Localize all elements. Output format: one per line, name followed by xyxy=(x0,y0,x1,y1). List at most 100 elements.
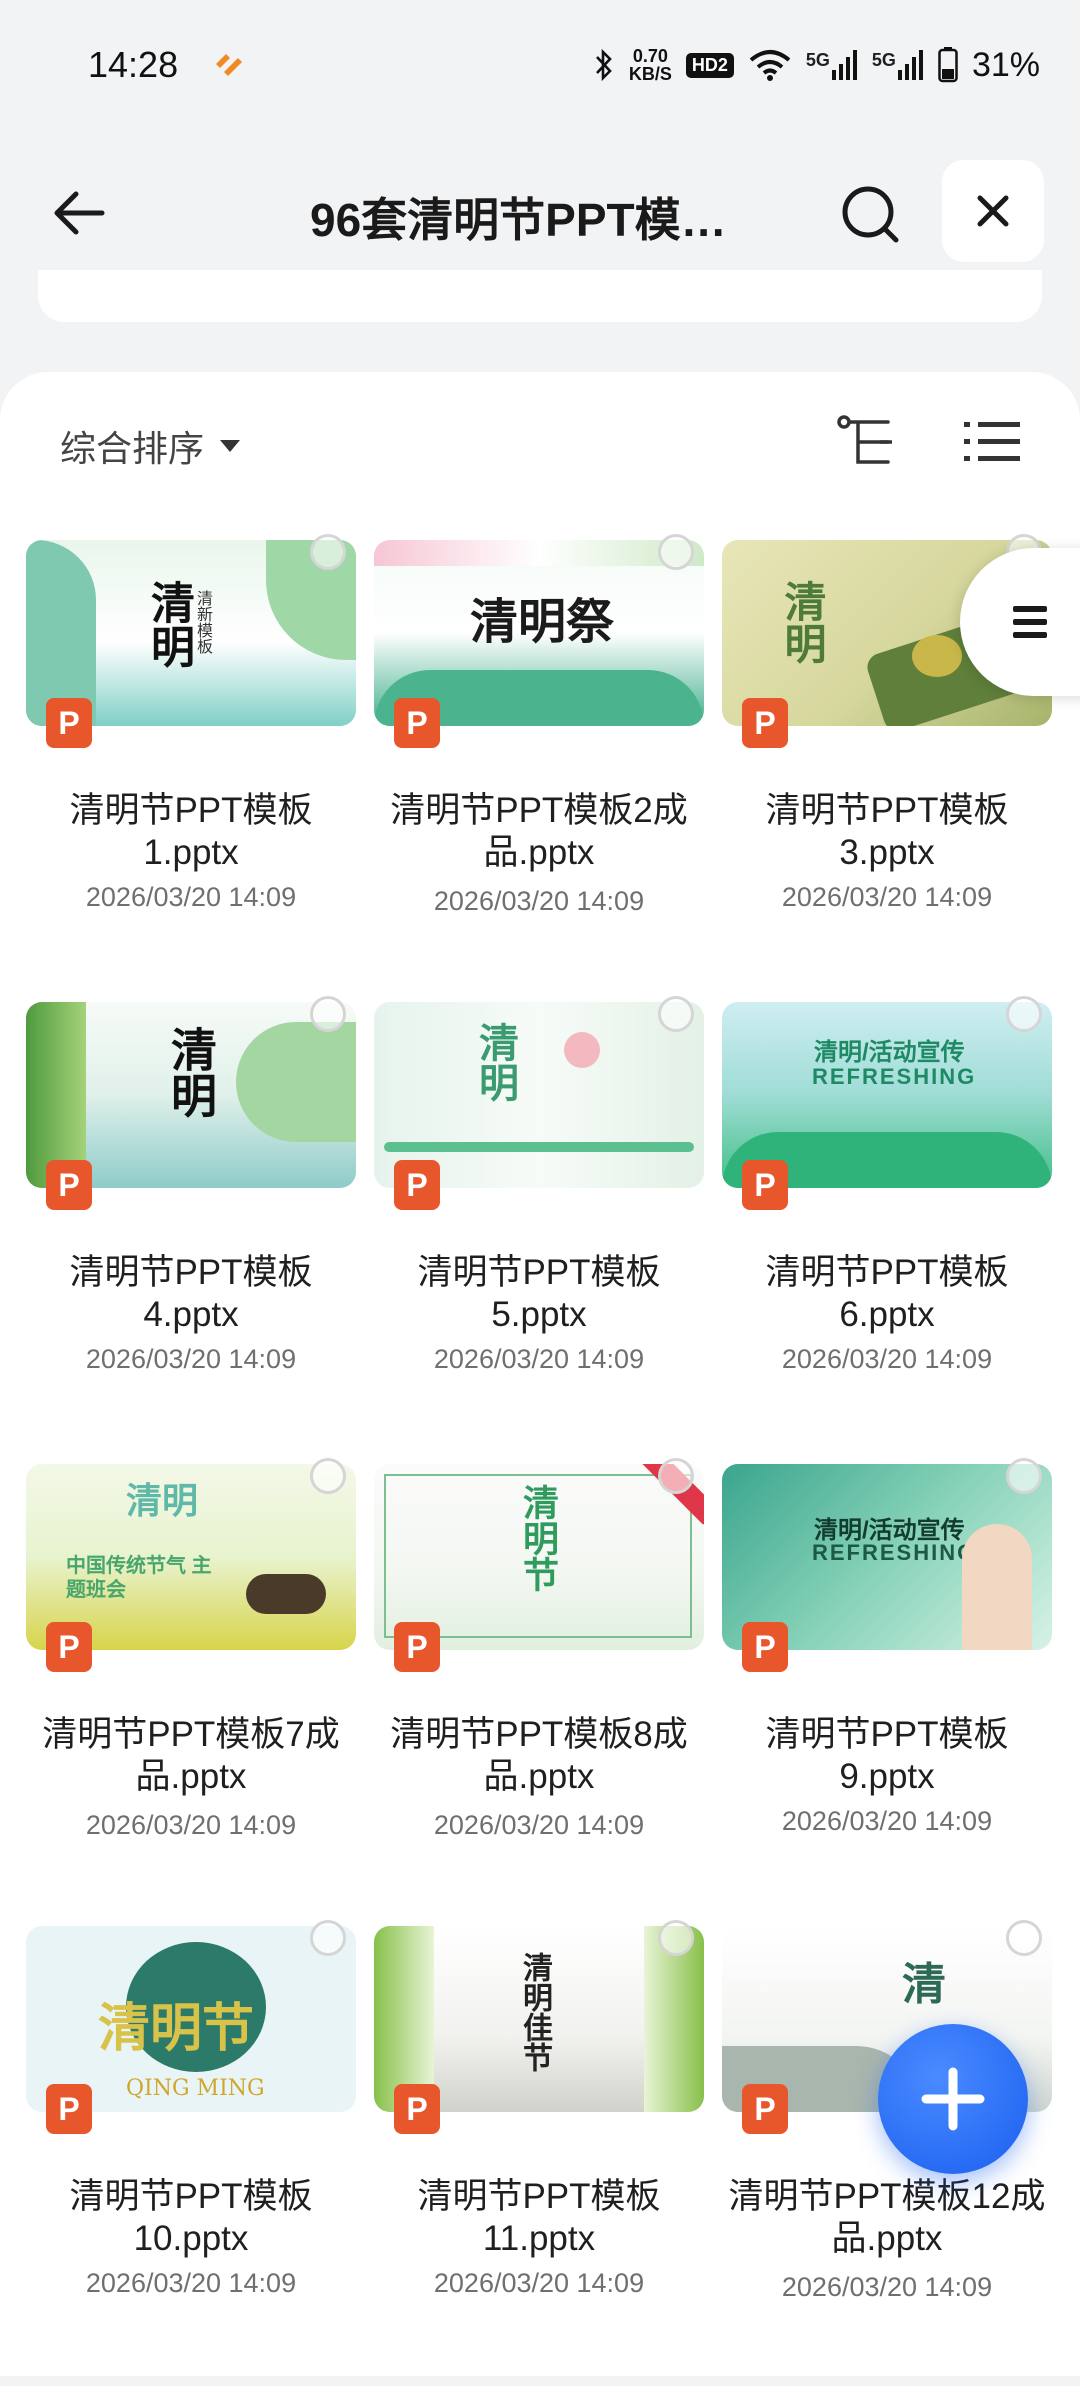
tree-view-icon[interactable] xyxy=(836,412,900,472)
signal-2-label: 5G xyxy=(871,50,896,70)
select-checkbox[interactable] xyxy=(658,534,694,570)
file-name: 清明节PPT模板8成品.pptx xyxy=(390,1715,688,1796)
thumbnail-decor xyxy=(246,1574,326,1614)
thumbnail-title: 清明节 xyxy=(517,1484,559,1592)
battery-icon xyxy=(938,47,958,83)
signal-1: 5G xyxy=(806,50,858,80)
signal-1-label: 5G xyxy=(805,50,830,70)
file-card[interactable]: 清明/活动宣传 REFRESHING P 清明节PPT模板9.pptx 2026… xyxy=(722,1458,1052,1924)
thumbnail-title: 清明/活动宣传 xyxy=(814,1039,965,1066)
select-checkbox[interactable] xyxy=(310,1458,346,1494)
add-button[interactable] xyxy=(878,2024,1028,2174)
file-date: 2026/03/20 14:09 xyxy=(85,2268,297,2298)
ppt-file-icon: P xyxy=(46,2084,92,2134)
file-card[interactable]: 清明 P 清明节PPT模板4.pptx 2026/03/20 14:09 xyxy=(26,996,356,1462)
menu-icon xyxy=(1013,606,1047,638)
thumbnail-subtitle: 中国传统节气 主题班会 xyxy=(66,1555,212,1601)
close-icon xyxy=(977,195,1009,227)
select-checkbox[interactable] xyxy=(658,1458,694,1494)
select-checkbox[interactable] xyxy=(1006,996,1042,1032)
file-name: 清明节PPT模板11.pptx xyxy=(417,2177,661,2258)
thumbnail-decor xyxy=(384,1142,694,1152)
back-arrow-icon[interactable] xyxy=(44,178,114,248)
thumbnail-subtitle: QING MING xyxy=(126,2076,265,2101)
sort-label: 综合排序 xyxy=(60,428,205,469)
ppt-file-icon: P xyxy=(742,698,788,748)
signal-2: 5G xyxy=(872,50,924,80)
thumbnail-title: 清明节 xyxy=(98,1998,255,2059)
ppt-file-icon: P xyxy=(742,2084,788,2134)
select-checkbox[interactable] xyxy=(1006,1920,1042,1956)
side-drawer-handle[interactable] xyxy=(960,548,1080,696)
select-checkbox[interactable] xyxy=(1006,1458,1042,1494)
file-date: 2026/03/20 14:09 xyxy=(85,1810,297,1840)
thumbnail-title: 清明 xyxy=(472,1022,519,1102)
select-checkbox[interactable] xyxy=(310,534,346,570)
page-title: 96套清明节PPT模板合集 xyxy=(310,194,750,246)
file-date: 2026/03/20 14:09 xyxy=(433,2268,645,2298)
app-notification-icon xyxy=(216,54,242,76)
close-button[interactable] xyxy=(942,160,1044,262)
ppt-file-icon: P xyxy=(46,1160,92,1210)
chevron-down-icon xyxy=(220,440,241,452)
file-card[interactable]: 清明 P 清明节PPT模板5.pptx 2026/03/20 14:09 xyxy=(374,996,704,1462)
status-right-cluster: 0.70 KB/S HD2 5G 5G 31% xyxy=(593,40,1040,90)
ppt-file-icon: P xyxy=(394,698,440,748)
net-speed-value: 0.70 xyxy=(632,46,668,66)
file-date: 2026/03/20 14:09 xyxy=(781,2272,993,2302)
ppt-file-icon: P xyxy=(742,1622,788,1672)
file-date: 2026/03/20 14:09 xyxy=(433,1810,645,1840)
file-name: 清明节PPT模板3.pptx xyxy=(765,791,1009,872)
file-card[interactable]: 清明节 P 清明节PPT模板8成品.pptx 2026/03/20 14:09 xyxy=(374,1458,704,1924)
net-speed: 0.70 KB/S xyxy=(629,47,672,83)
select-checkbox[interactable] xyxy=(658,1920,694,1956)
list-view-icon[interactable] xyxy=(962,412,1022,472)
file-card[interactable]: 清明 清新模板 P 清明节PPT模板1.pptx 2026/03/20 14:0… xyxy=(26,534,356,1000)
thumbnail-subtitle: REFRESHING xyxy=(812,1064,977,1089)
thumbnail-subtitle: 清新模板 xyxy=(194,590,213,654)
file-date: 2026/03/20 14:09 xyxy=(781,1806,993,1836)
status-bar: 14:28 0.70 KB/S HD2 5G 5G 31% xyxy=(0,0,1080,130)
net-speed-unit: KB/S xyxy=(628,64,672,84)
file-card[interactable]: 清明节 QING MING P 清明节PPT模板10.pptx 2026/03/… xyxy=(26,1920,356,2386)
file-date: 2026/03/20 14:09 xyxy=(781,1344,993,1374)
thumbnail-subtitle: REFRESHING xyxy=(812,1540,977,1565)
bluetooth-icon xyxy=(595,48,612,82)
thumbnail-decor xyxy=(564,1032,600,1068)
ppt-file-icon: P xyxy=(46,1622,92,1672)
hd-badge: HD2 xyxy=(685,52,734,78)
file-name: 清明节PPT模板9.pptx xyxy=(765,1715,1009,1796)
file-card[interactable]: 清明佳节 P 清明节PPT模板11.pptx 2026/03/20 14:09 xyxy=(374,1920,704,2386)
file-card[interactable]: 清明 中国传统节气 主题班会 P 清明节PPT模板7成品.pptx 2026/0… xyxy=(26,1458,356,1924)
file-name: 清明节PPT模板6.pptx xyxy=(765,1253,1009,1334)
thumbnail-title: 清明祭 xyxy=(470,594,615,650)
thumbnail-title: 清明 xyxy=(164,1026,218,1118)
file-name: 清明节PPT模板5.pptx xyxy=(417,1253,661,1334)
thumbnail-title: 清明 xyxy=(126,1480,199,1522)
thumbnail-decor xyxy=(962,1524,1032,1650)
file-name: 清明节PPT模板12成品.pptx xyxy=(728,2177,1046,2258)
ppt-file-icon: P xyxy=(394,2084,440,2134)
select-checkbox[interactable] xyxy=(310,1920,346,1956)
select-checkbox[interactable] xyxy=(310,996,346,1032)
thumbnail-decor xyxy=(236,1022,356,1142)
top-bar: 96套清明节PPT模板合集 xyxy=(0,150,1080,270)
thumbnail-title: 清明 xyxy=(778,580,827,664)
signal-bars-icon xyxy=(897,50,923,80)
ppt-file-icon: P xyxy=(394,1622,440,1672)
file-name: 清明节PPT模板1.pptx xyxy=(69,791,313,872)
file-card[interactable]: 清明/活动宣传 REFRESHING P 清明节PPT模板6.pptx 2026… xyxy=(722,996,1052,1462)
file-name: 清明节PPT模板10.pptx xyxy=(69,2177,313,2258)
collapsed-banner xyxy=(38,270,1042,322)
file-date: 2026/03/20 14:09 xyxy=(781,882,993,912)
file-card[interactable]: 清明祭 P 清明节PPT模板2成品.pptx 2026/03/20 14:09 xyxy=(374,534,704,1000)
thumbnail-decor xyxy=(912,635,962,677)
ppt-file-icon: P xyxy=(742,1160,788,1210)
file-date: 2026/03/20 14:09 xyxy=(433,1344,645,1374)
sort-dropdown[interactable]: 综合排序 xyxy=(60,420,241,472)
file-name: 清明节PPT模板2成品.pptx xyxy=(390,791,688,872)
select-checkbox[interactable] xyxy=(658,996,694,1032)
search-icon[interactable] xyxy=(836,180,906,250)
ppt-file-icon: P xyxy=(394,1160,440,1210)
file-name: 清明节PPT模板7成品.pptx xyxy=(42,1715,340,1796)
